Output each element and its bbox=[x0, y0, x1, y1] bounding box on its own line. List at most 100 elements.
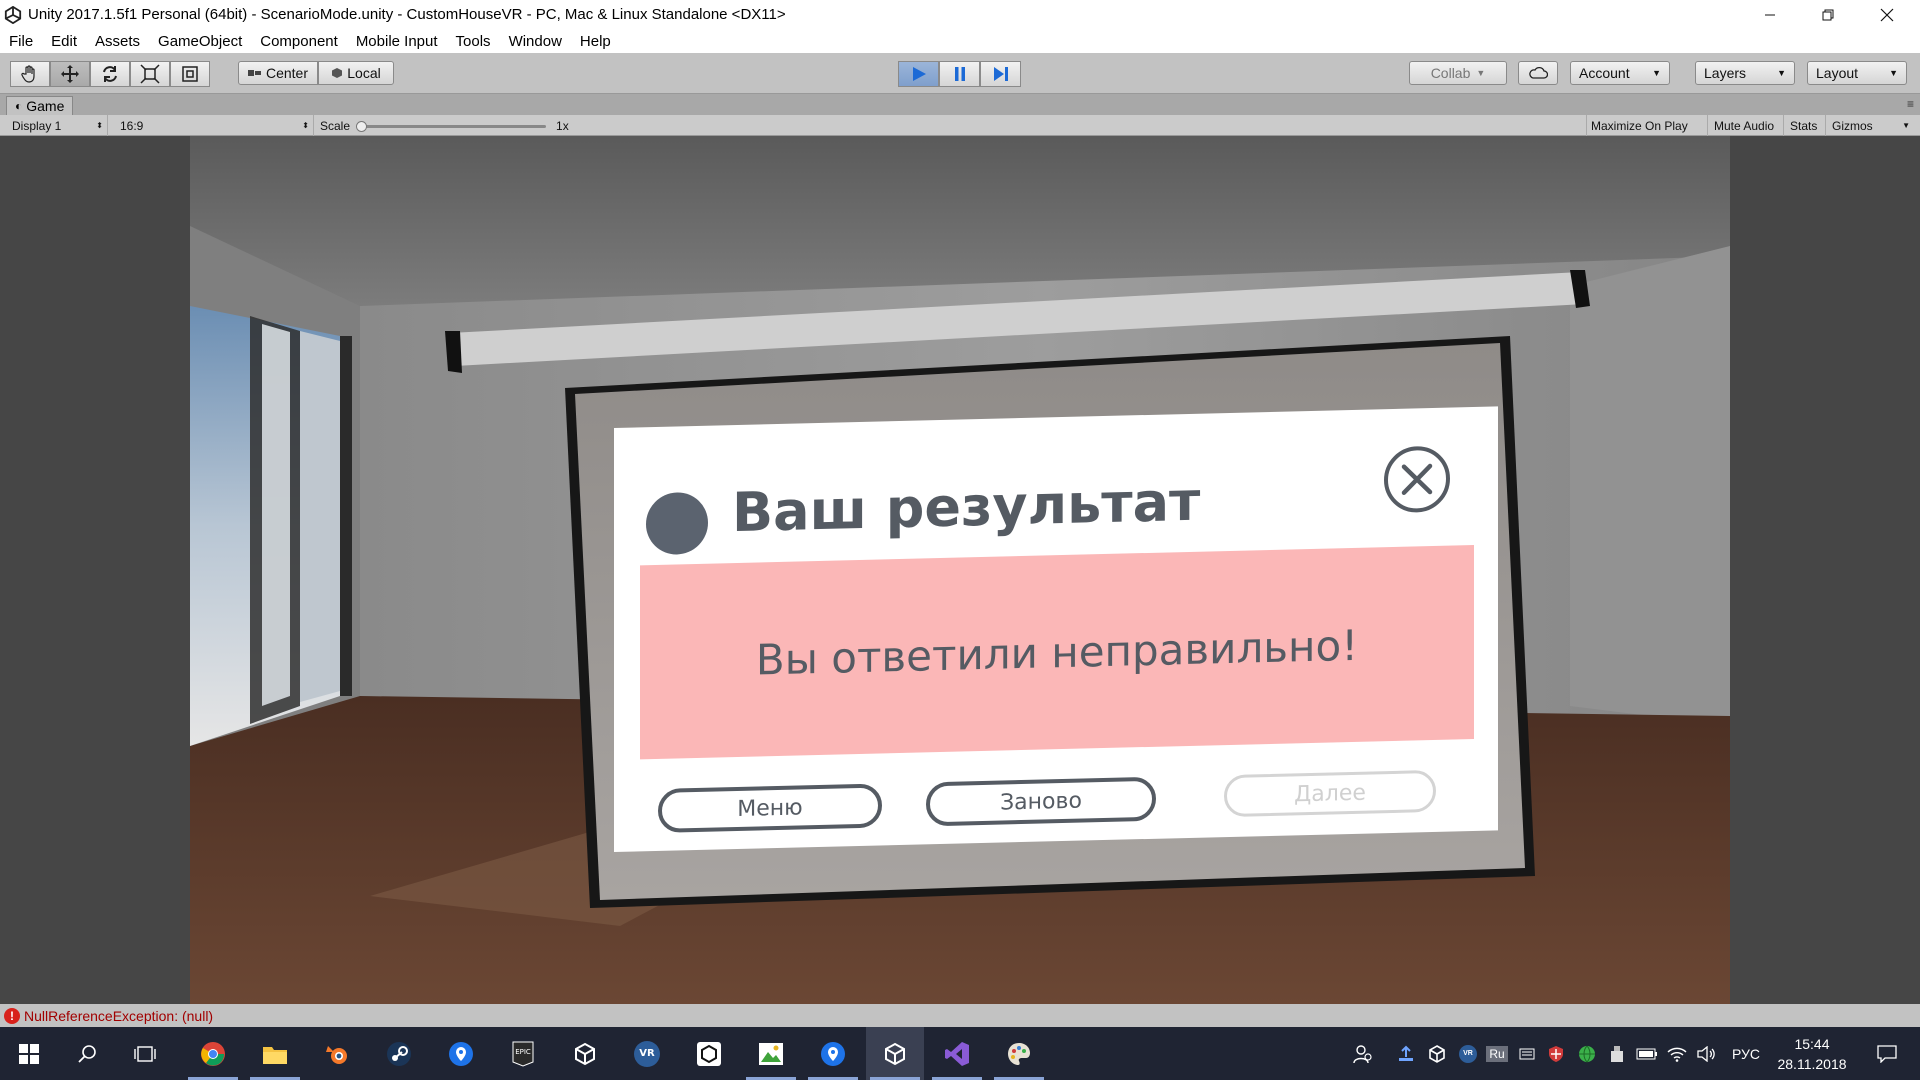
tray-wifi[interactable] bbox=[1664, 1027, 1690, 1080]
taskbar-vr-app[interactable]: VR bbox=[618, 1027, 676, 1080]
menu-tools[interactable]: Tools bbox=[447, 33, 500, 50]
rect-tool-button[interactable] bbox=[170, 61, 210, 87]
panel-menu-icon[interactable]: ≡ bbox=[1907, 97, 1914, 111]
collab-dropdown[interactable]: Collab ▼ bbox=[1409, 61, 1507, 85]
menu-mobile-input[interactable]: Mobile Input bbox=[347, 33, 447, 50]
tray-vr[interactable]: VR bbox=[1455, 1027, 1481, 1080]
paint-palette-icon bbox=[1008, 1042, 1030, 1065]
usb-drive-icon bbox=[1611, 1045, 1623, 1062]
updown-arrows-icon: ⬍ bbox=[302, 121, 309, 130]
scale-slider[interactable] bbox=[356, 120, 547, 132]
tray-battery[interactable] bbox=[1634, 1027, 1660, 1080]
display-value: Display 1 bbox=[12, 118, 62, 133]
pause-icon bbox=[954, 67, 965, 81]
pause-button[interactable] bbox=[939, 61, 980, 87]
step-button[interactable] bbox=[980, 61, 1021, 87]
hand-tool-button[interactable] bbox=[10, 61, 50, 87]
result-dialog: Ваш результат Вы ответили неправильно! М… bbox=[614, 406, 1498, 852]
pivot-local-toggle[interactable]: Local bbox=[318, 61, 394, 85]
maximize-on-play-toggle[interactable]: Maximize On Play bbox=[1586, 115, 1708, 136]
gizmos-dropdown[interactable]: Gizmos ▼ bbox=[1828, 115, 1914, 136]
menu-button[interactable]: Меню bbox=[658, 783, 882, 833]
chevron-down-icon: ▼ bbox=[1652, 68, 1661, 78]
map-pin-icon bbox=[821, 1041, 845, 1066]
tray-language[interactable]: РУС bbox=[1726, 1027, 1766, 1080]
menu-component[interactable]: Component bbox=[251, 33, 347, 50]
tray-input-indicator[interactable]: Ru bbox=[1484, 1027, 1510, 1080]
game-scene[interactable]: Ваш результат Вы ответили неправильно! М… bbox=[190, 136, 1730, 1004]
unity-dark-icon bbox=[697, 1041, 721, 1066]
taskbar-paint[interactable] bbox=[990, 1027, 1048, 1080]
tab-game[interactable]: ◐ Game bbox=[6, 96, 74, 115]
tray-clock[interactable]: 15:44 28.11.2018 bbox=[1770, 1027, 1854, 1080]
account-dropdown[interactable]: Account ▼ bbox=[1570, 61, 1670, 85]
mute-audio-toggle[interactable]: Mute Audio bbox=[1710, 115, 1784, 136]
scale-tool-button[interactable] bbox=[130, 61, 170, 87]
close-icon bbox=[1880, 8, 1894, 21]
layout-label: Layout bbox=[1816, 65, 1859, 81]
tray-unity[interactable] bbox=[1424, 1027, 1450, 1080]
dialog-title: Ваш результат bbox=[732, 469, 1201, 545]
start-button[interactable] bbox=[0, 1027, 58, 1080]
taskbar-blender[interactable] bbox=[308, 1027, 366, 1080]
cloud-button[interactable] bbox=[1518, 61, 1558, 85]
aspect-select[interactable]: 16:9 ⬍ bbox=[116, 115, 314, 136]
task-view-button[interactable] bbox=[116, 1027, 174, 1080]
folder-icon bbox=[263, 1046, 287, 1064]
slider-thumb[interactable] bbox=[356, 120, 368, 132]
taskbar-maps-2[interactable] bbox=[804, 1027, 862, 1080]
error-icon: ! bbox=[4, 1007, 20, 1024]
unity-logo-icon bbox=[4, 5, 22, 24]
menu-file[interactable]: File bbox=[0, 33, 42, 50]
menu-help[interactable]: Help bbox=[571, 33, 620, 50]
chevron-down-icon: ▼ bbox=[1777, 68, 1786, 78]
mute-label: Mute Audio bbox=[1714, 118, 1775, 133]
taskbar-unity-hub[interactable] bbox=[556, 1027, 614, 1080]
taskbar-chrome[interactable] bbox=[184, 1027, 242, 1080]
playmode-controls bbox=[898, 61, 1021, 87]
menu-edit[interactable]: Edit bbox=[42, 33, 86, 50]
taskbar-epic-games[interactable]: EPIC bbox=[494, 1027, 552, 1080]
menu-assets[interactable]: Assets bbox=[86, 33, 149, 50]
chrome-icon bbox=[201, 1041, 225, 1066]
taskbar-unity-editor[interactable] bbox=[866, 1027, 924, 1080]
updown-arrows-icon: ⬍ bbox=[96, 121, 103, 130]
layers-dropdown[interactable]: Layers ▼ bbox=[1695, 61, 1795, 85]
tray-app-1[interactable] bbox=[1393, 1027, 1419, 1080]
taskbar-file-explorer[interactable] bbox=[246, 1027, 304, 1080]
center-label: Center bbox=[265, 65, 309, 81]
shield-icon bbox=[1549, 1045, 1563, 1062]
stats-toggle[interactable]: Stats bbox=[1786, 115, 1826, 136]
layout-dropdown[interactable]: Layout ▼ bbox=[1807, 61, 1907, 85]
taskbar-steam[interactable] bbox=[370, 1027, 428, 1080]
close-window-button[interactable] bbox=[1858, 0, 1916, 29]
retry-button[interactable]: Заново bbox=[926, 776, 1156, 827]
tray-people[interactable] bbox=[1350, 1027, 1376, 1080]
taskbar-visual-studio[interactable] bbox=[928, 1027, 986, 1080]
move-tool-button[interactable] bbox=[50, 61, 90, 87]
restore-button[interactable] bbox=[1799, 0, 1857, 29]
tray-security[interactable] bbox=[1543, 1027, 1569, 1080]
taskbar-unity-editor-alt[interactable] bbox=[680, 1027, 738, 1080]
action-center-button[interactable] bbox=[1862, 1027, 1912, 1080]
rotate-tool-button[interactable] bbox=[90, 61, 130, 87]
status-bar[interactable]: ! NullReferenceException: (null) bbox=[0, 1004, 1920, 1027]
tray-app-3[interactable] bbox=[1574, 1027, 1600, 1080]
menu-window[interactable]: Window bbox=[500, 33, 571, 50]
taskbar-maps[interactable] bbox=[432, 1027, 490, 1080]
play-button[interactable] bbox=[898, 61, 939, 87]
visual-studio-icon bbox=[945, 1041, 969, 1066]
search-button[interactable] bbox=[58, 1027, 116, 1080]
tray-app-2[interactable] bbox=[1514, 1027, 1540, 1080]
layers-label: Layers bbox=[1704, 65, 1747, 81]
cloud-icon bbox=[1529, 66, 1548, 79]
pivot-center-toggle[interactable]: Center bbox=[238, 61, 318, 85]
display-select[interactable]: Display 1 ⬍ bbox=[8, 115, 108, 136]
volume-icon bbox=[1697, 1045, 1715, 1062]
minimize-button[interactable] bbox=[1741, 0, 1799, 29]
next-button[interactable]: Далее bbox=[1224, 769, 1436, 818]
taskbar-image-editor[interactable] bbox=[742, 1027, 800, 1080]
tray-volume[interactable] bbox=[1694, 1027, 1720, 1080]
tray-usb[interactable] bbox=[1604, 1027, 1630, 1080]
menu-gameobject[interactable]: GameObject bbox=[149, 33, 251, 50]
